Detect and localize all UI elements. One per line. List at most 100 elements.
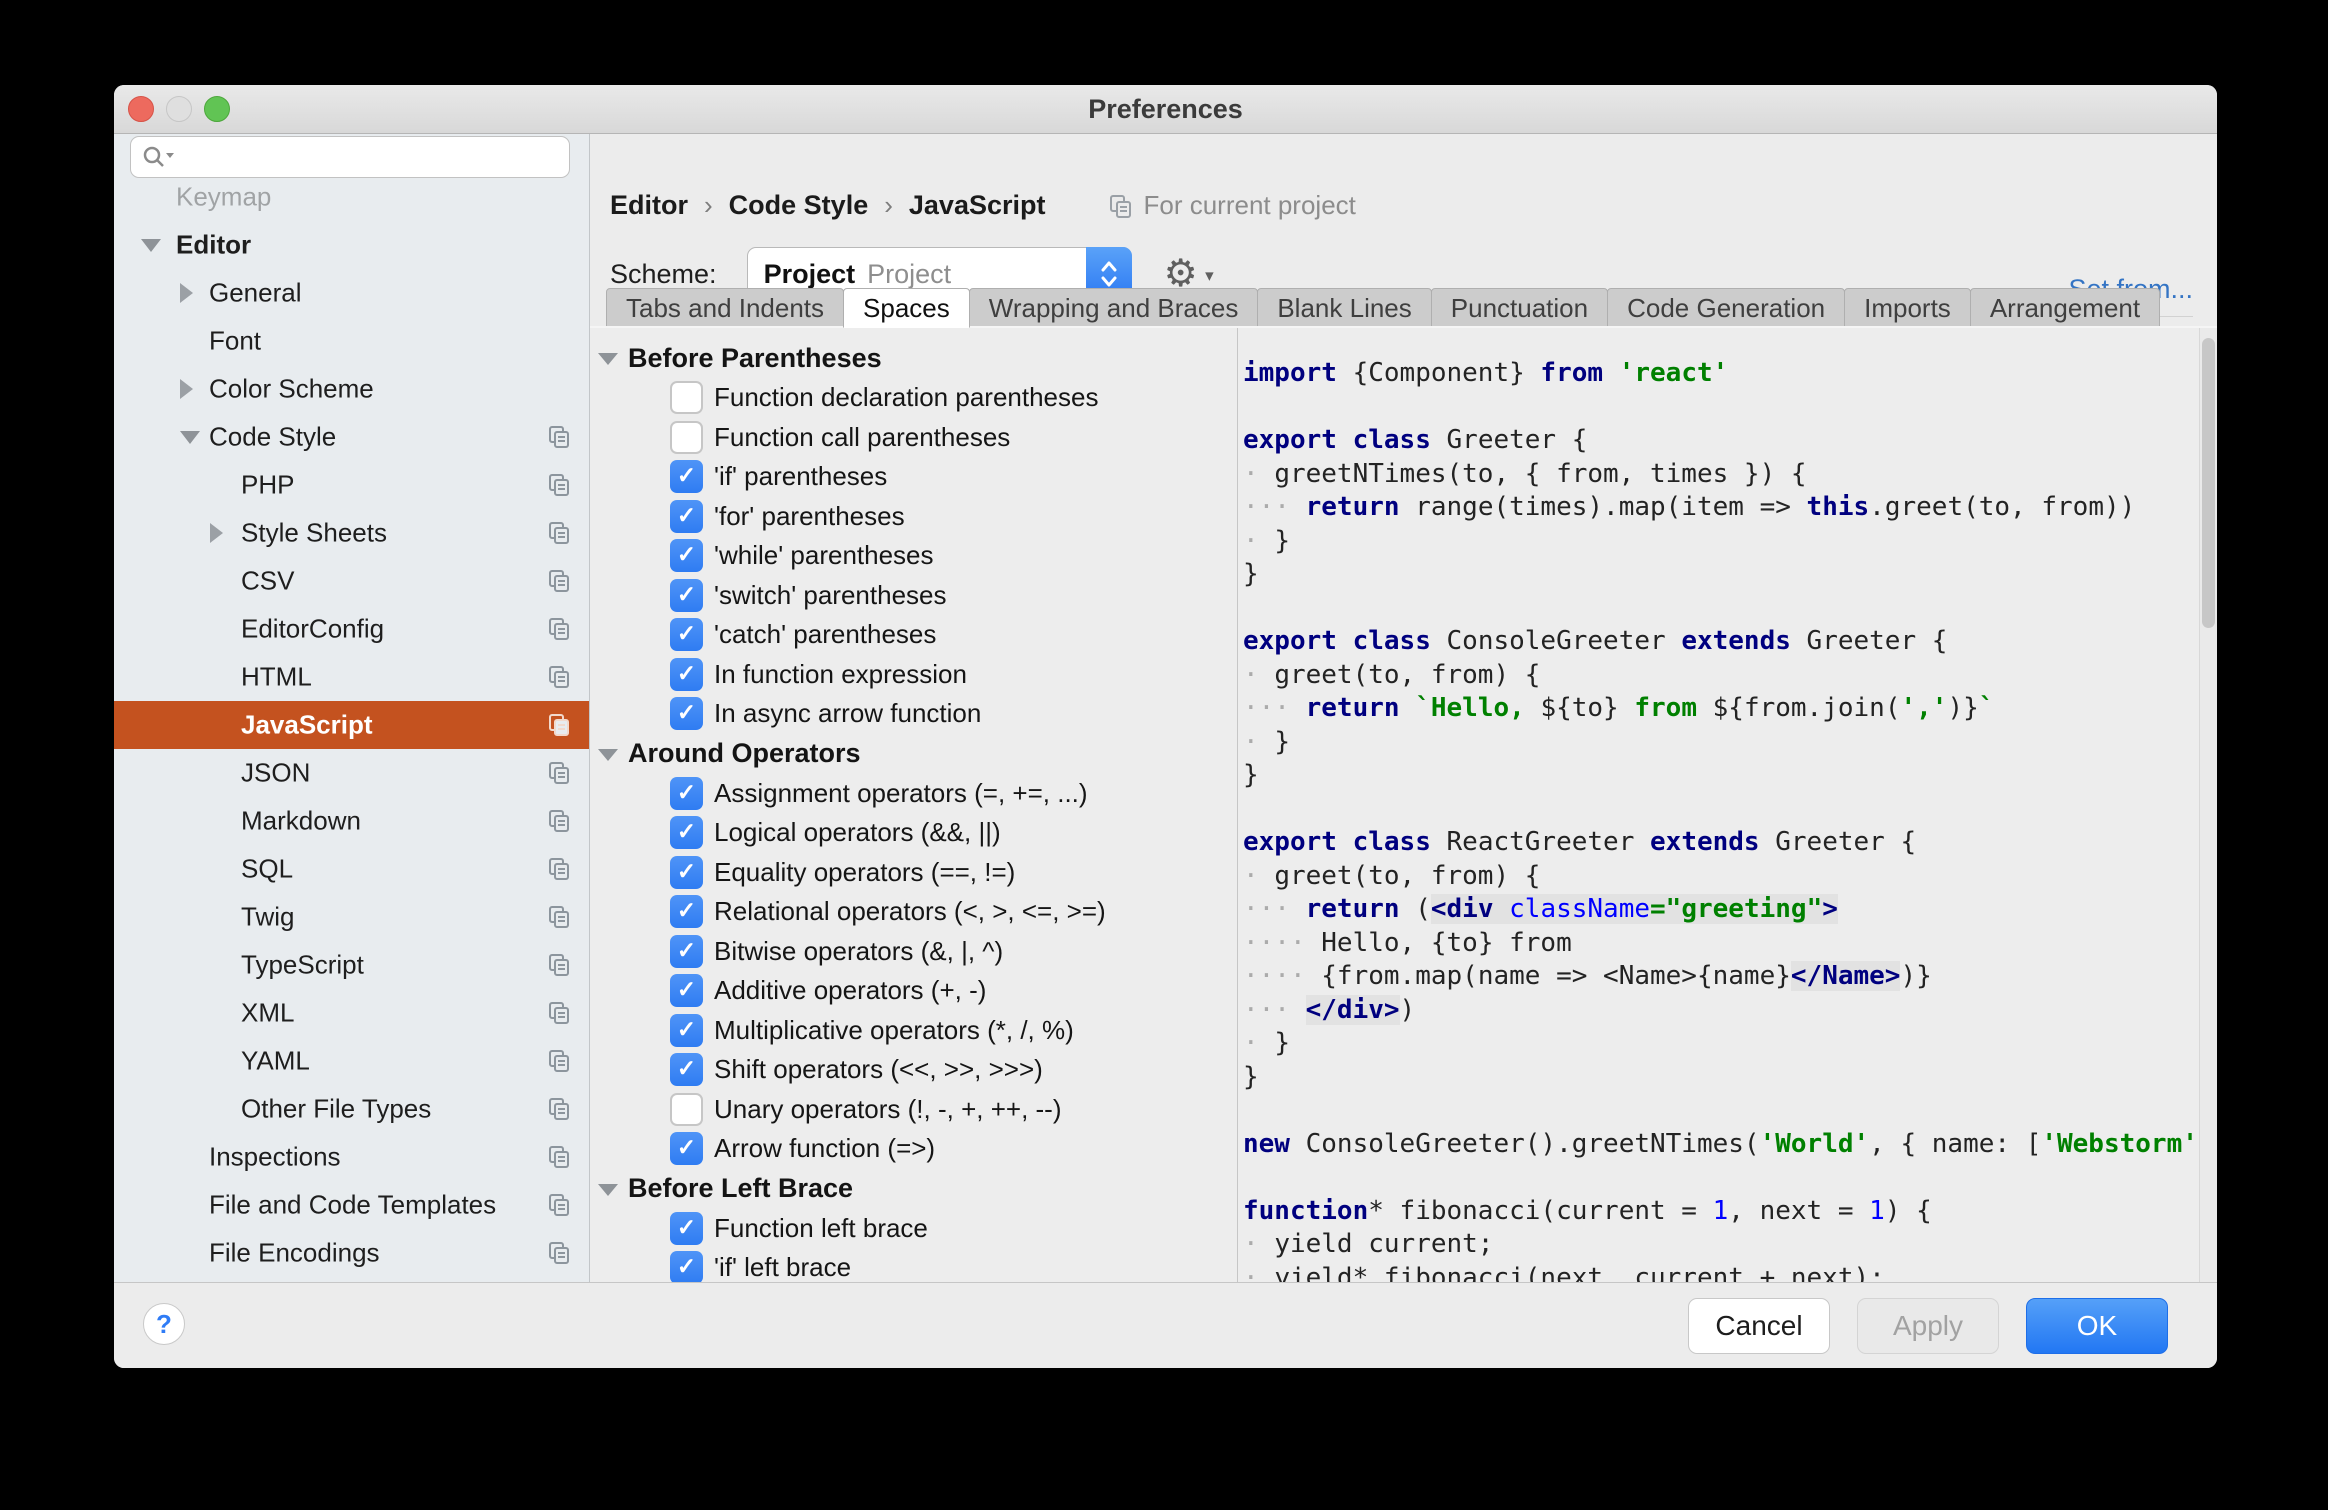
tab-blank-lines[interactable]: Blank Lines [1257,288,1431,328]
checkbox-equality-operators[interactable]: ✓ [670,856,703,889]
sidebar-item-json[interactable]: JSON [114,749,589,797]
sidebar-item-sql[interactable]: SQL [114,845,589,893]
breadcrumb-editor[interactable]: Editor [610,190,688,221]
option-row-multiplicative-operators[interactable]: ✓Multiplicative operators (*, /, %) [590,1011,1237,1051]
option-label: 'catch' parentheses [714,619,936,650]
sidebar-item-file-encodings[interactable]: File Encodings [114,1229,589,1277]
section-header-around-operators[interactable]: Around Operators [590,734,1237,774]
sidebar-item-file-and-code-templates[interactable]: File and Code Templates [114,1181,589,1229]
section-collapse-icon[interactable] [598,353,618,365]
sidebar-item-xml[interactable]: XML [114,989,589,1037]
breadcrumb-code-style[interactable]: Code Style [729,190,869,221]
checkbox-bitwise-operators[interactable]: ✓ [670,935,703,968]
sidebar-item-csv[interactable]: CSV [114,557,589,605]
checkbox-in-function-expression[interactable]: ✓ [670,658,703,691]
checkbox-if-left-brace[interactable]: ✓ [670,1251,703,1282]
sidebar-item-keymap[interactable]: Keymap [114,173,589,221]
checkbox-for-parentheses[interactable]: ✓ [670,500,703,533]
option-row-if-parentheses[interactable]: ✓'if' parentheses [590,457,1237,497]
window-title: Preferences [114,85,2217,133]
apply-button[interactable]: Apply [1857,1298,1999,1354]
section-header-before-parentheses[interactable]: Before Parentheses [590,338,1237,378]
checkbox-multiplicative-operators[interactable]: ✓ [670,1014,703,1047]
sidebar-item-style-sheets[interactable]: Style Sheets [114,509,589,557]
checkbox-unary-operators[interactable] [670,1093,703,1126]
option-row-relational-operators[interactable]: ✓ Relational operators (<, >, <=, >=) [590,892,1237,932]
checkbox-in-async-arrow-function[interactable]: ✓ [670,697,703,730]
checkbox-catch-parentheses[interactable]: ✓ [670,618,703,651]
option-row-if-left-brace[interactable]: ✓'if' left brace [590,1248,1237,1282]
zoom-button[interactable] [204,96,230,122]
collapse-arrow-icon[interactable] [180,431,200,444]
sidebar-item-php[interactable]: PHP [114,461,589,509]
tab-spaces[interactable]: Spaces [843,288,970,328]
sidebar-item-editorconfig[interactable]: EditorConfig [114,605,589,653]
expand-arrow-icon[interactable] [210,523,223,543]
sidebar-item-twig[interactable]: Twig [114,893,589,941]
option-row-in-async-arrow-function[interactable]: ✓In async arrow function [590,694,1237,734]
close-button[interactable] [128,96,154,122]
checkbox-relational-operators[interactable]: ✓ [670,895,703,928]
sidebar-item-general[interactable]: General [114,269,589,317]
minimize-button[interactable] [166,96,192,122]
help-button[interactable]: ? [143,1303,185,1345]
tab-wrapping-and-braces[interactable]: Wrapping and Braces [969,288,1259,328]
option-row-logical-operators[interactable]: ✓Logical operators (&&, ||) [590,813,1237,853]
tab-imports[interactable]: Imports [1844,288,1971,328]
checkbox-function-declaration-parentheses[interactable] [670,381,703,414]
sidebar-item-editor[interactable]: Editor [114,221,589,269]
collapse-arrow-icon[interactable] [141,239,161,252]
option-row-function-left-brace[interactable]: ✓Function left brace [590,1209,1237,1249]
cancel-button[interactable]: Cancel [1688,1298,1830,1354]
option-row-function-declaration-parentheses[interactable]: Function declaration parentheses [590,378,1237,418]
expand-arrow-icon[interactable] [180,283,193,303]
option-row-arrow-function[interactable]: ✓Arrow function (=>) [590,1129,1237,1169]
option-row-while-parentheses[interactable]: ✓'while' parentheses [590,536,1237,576]
checkbox-if-parentheses[interactable]: ✓ [670,460,703,493]
option-row-shift-operators[interactable]: ✓Shift operators (<<, >>, >>>) [590,1050,1237,1090]
checkbox-additive-operators[interactable]: ✓ [670,974,703,1007]
ok-button[interactable]: OK [2026,1298,2168,1354]
tab-tabs-and-indents[interactable]: Tabs and Indents [606,288,844,328]
code-scrollbar-thumb[interactable] [2202,338,2215,628]
option-row-equality-operators[interactable]: ✓Equality operators (==, !=) [590,853,1237,893]
option-row-catch-parentheses[interactable]: ✓ 'catch' parentheses [590,615,1237,655]
option-label: Relational operators (<, >, <=, >=) [714,896,1106,927]
tab-code-generation[interactable]: Code Generation [1607,288,1845,328]
checkbox-arrow-function[interactable]: ✓ [670,1132,703,1165]
option-row-additive-operators[interactable]: ✓Additive operators (+, -) [590,971,1237,1011]
section-collapse-icon[interactable] [598,1184,618,1196]
option-row-function-call-parentheses[interactable]: Function call parentheses [590,418,1237,458]
code-line [1243,1161,2217,1195]
sidebar-item-inspections[interactable]: Inspections [114,1133,589,1181]
option-row-switch-parentheses[interactable]: ✓'switch' parentheses [590,576,1237,616]
checkbox-switch-parentheses[interactable]: ✓ [670,579,703,612]
checkbox-while-parentheses[interactable]: ✓ [670,539,703,572]
section-header-before-left-brace[interactable]: Before Left Brace [590,1169,1237,1209]
checkbox-function-call-parentheses[interactable] [670,421,703,454]
sidebar-item-typescript[interactable]: TypeScript [114,941,589,989]
sidebar-item-color-scheme[interactable]: Color Scheme [114,365,589,413]
option-row-for-parentheses[interactable]: ✓'for' parentheses [590,497,1237,537]
checkbox-logical-operators[interactable]: ✓ [670,816,703,849]
checkbox-shift-operators[interactable]: ✓ [670,1053,703,1086]
expand-arrow-icon[interactable] [180,379,193,399]
sidebar-item-html[interactable]: HTML [114,653,589,701]
sidebar-item-markdown[interactable]: Markdown [114,797,589,845]
checkbox-function-left-brace[interactable]: ✓ [670,1212,703,1245]
checkbox-assignment-operators[interactable]: ✓ [670,777,703,810]
settings-search-field[interactable] [130,136,570,178]
sidebar-item-yaml[interactable]: YAML [114,1037,589,1085]
section-collapse-icon[interactable] [598,749,618,761]
option-row-unary-operators[interactable]: Unary operators (!, -, +, ++, --) [590,1090,1237,1130]
tab-punctuation[interactable]: Punctuation [1431,288,1608,328]
sidebar-item-font[interactable]: Font [114,317,589,365]
sidebar-item-javascript[interactable]: JavaScript [114,701,589,749]
option-row-bitwise-operators[interactable]: ✓Bitwise operators (&, |, ^) [590,932,1237,972]
sidebar-item-other-file-types[interactable]: Other File Types [114,1085,589,1133]
option-row-in-function-expression[interactable]: ✓In function expression [590,655,1237,695]
option-row-assignment-operators[interactable]: ✓Assignment operators (=, +=, ...) [590,774,1237,814]
tab-arrangement[interactable]: Arrangement [1970,288,2160,328]
code-scrollbar[interactable] [2199,328,2217,1282]
sidebar-item-code-style[interactable]: Code Style [114,413,589,461]
